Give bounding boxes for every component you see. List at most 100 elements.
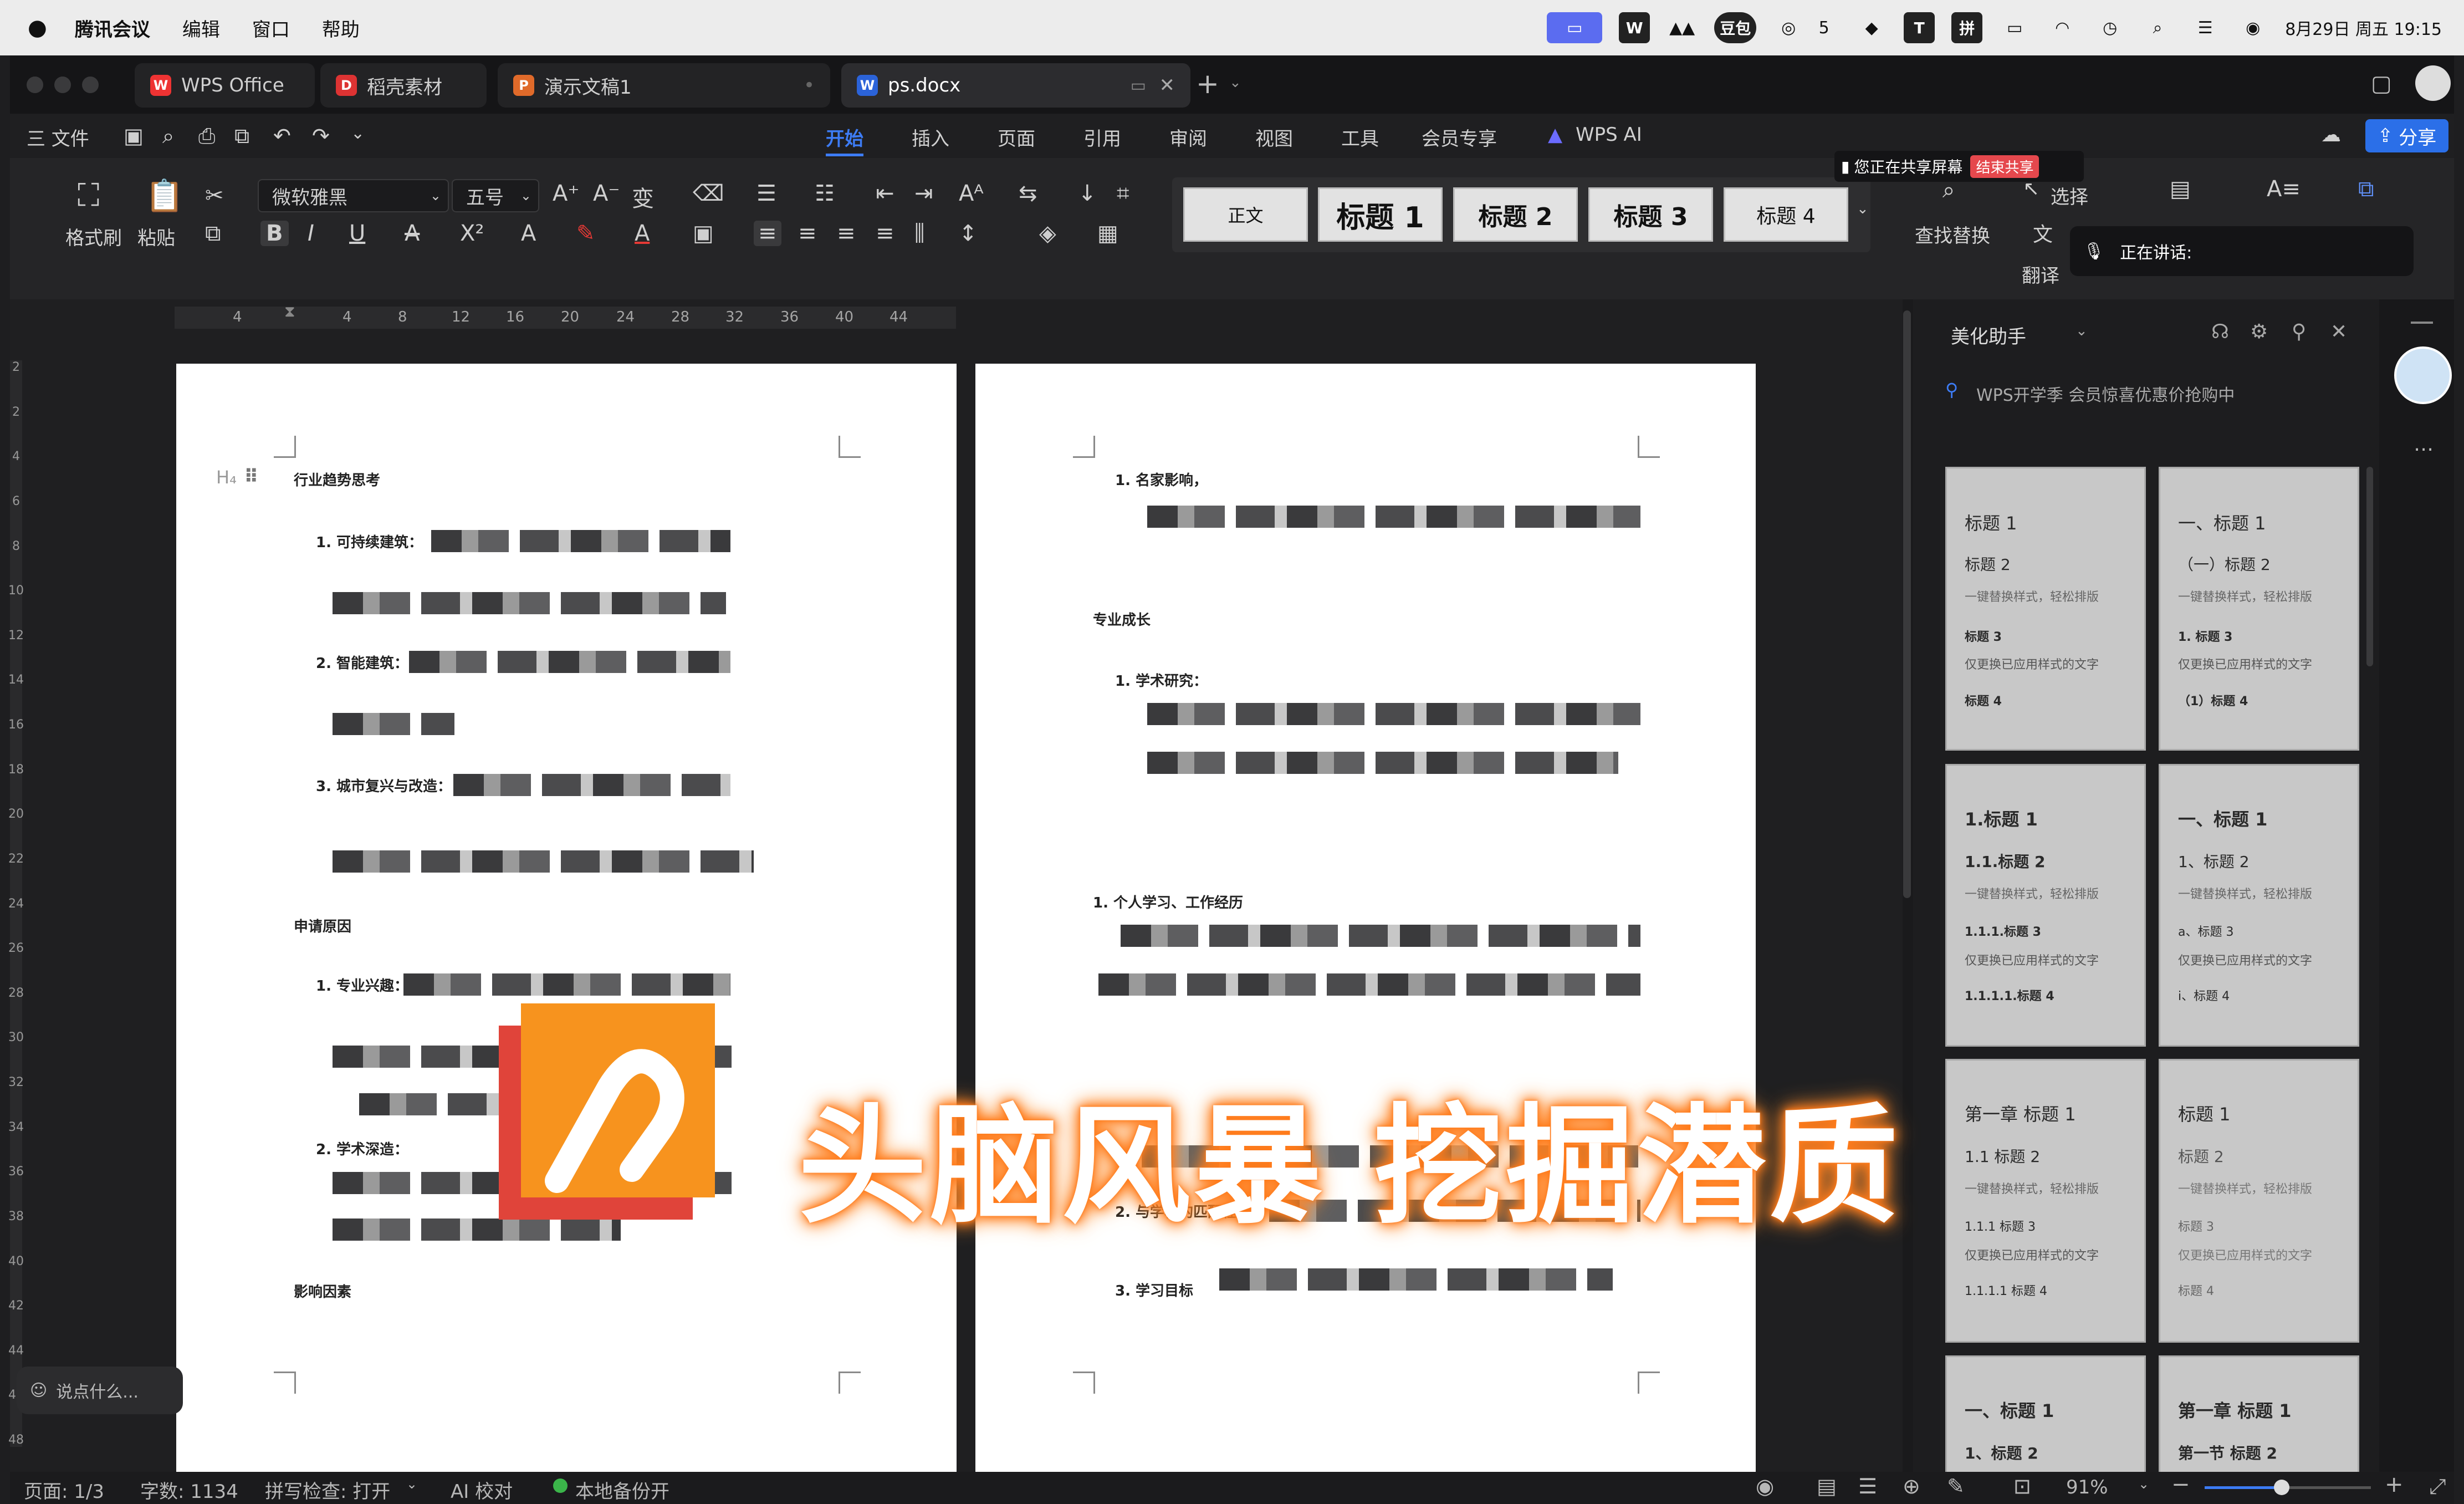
siri-icon[interactable]: ◉ — [2237, 12, 2268, 43]
show-marks-icon[interactable]: ⌗ — [1117, 181, 1129, 206]
style-heading-3[interactable]: 标题 3 — [1588, 187, 1713, 242]
document-page-1[interactable]: H₄ ⠿ 行业趋势思考 1. 可持续建筑： 2. 智能建筑： 3. 城市复兴与改… — [176, 364, 957, 1472]
end-share-button[interactable]: 结束共享 — [1970, 155, 2039, 178]
cut-icon[interactable]: ✂ — [205, 183, 224, 208]
panel-title[interactable]: 美化助手 — [1951, 322, 2026, 349]
export-icon[interactable]: ⌕ — [162, 124, 174, 149]
align-left-icon[interactable]: ≡ — [754, 221, 781, 246]
indent-marker-icon[interactable]: ⧗ — [284, 302, 295, 321]
fullscreen-icon[interactable]: ⤢ — [2429, 1474, 2446, 1499]
mountain-icon[interactable]: ▲▲ — [1666, 12, 1698, 43]
chevron-down-icon[interactable]: ⌄ — [2076, 323, 2088, 339]
justify-icon[interactable]: ≡ — [876, 221, 894, 246]
shading-icon[interactable]: ◈ — [1039, 221, 1056, 246]
style-heading-4[interactable]: 标题 4 — [1724, 187, 1848, 242]
app-menu[interactable]: 腾讯会议 — [75, 14, 150, 42]
style-card[interactable]: 标题 1 标题 2 一键替换样式，轻松排版 标题 3 仅更换已应用样式的文字 标… — [1945, 467, 2146, 751]
zoom-level[interactable]: 91% — [2066, 1476, 2108, 1498]
new-tab-icon[interactable]: + — [1196, 68, 1219, 100]
shrink-font-icon[interactable]: A⁻ — [593, 181, 620, 206]
ai-proofread-button[interactable]: AI 校对 — [451, 1476, 513, 1503]
text-effect-icon[interactable]: A — [521, 221, 536, 246]
chevron-down-icon[interactable]: ⌄ — [2138, 1476, 2149, 1492]
promo-text[interactable]: WPS开学季 会员惊喜优惠价抢购中 — [1976, 381, 2235, 406]
sort-icon[interactable]: ↓ — [1078, 181, 1097, 206]
wps-icon[interactable]: W — [1619, 12, 1650, 43]
eye-icon[interactable]: ◉ — [1756, 1474, 1774, 1498]
minimize-line-icon[interactable] — [2411, 322, 2433, 324]
search-icon[interactable]: ⌕ — [2142, 12, 2173, 43]
line-spacing-icon[interactable]: ↕ — [959, 221, 978, 246]
text-format-icon[interactable]: A≡ — [2267, 176, 2301, 202]
chevron-down-icon[interactable]: ⌄ — [406, 1476, 417, 1492]
style-card[interactable]: 一、标题 1 1、标题 2 — [1945, 1355, 2146, 1472]
file-menu[interactable]: 三 文件 — [27, 124, 89, 151]
screen-share-icon[interactable]: ▭ — [1547, 12, 1603, 43]
font-name-select[interactable]: 微软雅黑 ⌄ — [258, 179, 449, 212]
chevron-down-icon[interactable]: ⌄ — [1229, 74, 1241, 91]
cloud-icon[interactable]: ☁ — [2321, 124, 2341, 146]
grow-font-icon[interactable]: A⁺ — [553, 181, 579, 206]
format-painter-icon[interactable]: ⛶ — [78, 177, 99, 214]
distribute-icon[interactable]: ⫼ — [914, 221, 924, 246]
align-right-icon[interactable]: ≡ — [837, 221, 856, 246]
typora-icon[interactable]: T — [1904, 12, 1935, 43]
menu-window[interactable]: 窗口 — [252, 14, 290, 42]
more-icon[interactable]: ⋯ — [2414, 438, 2434, 461]
compare-icon[interactable]: ⧉ — [2358, 176, 2374, 202]
panel-scrollbar[interactable] — [2366, 467, 2373, 666]
find-replace-button[interactable]: 查找替换 — [1915, 221, 1990, 248]
pin-icon[interactable]: ⚲ — [2292, 320, 2306, 343]
outdent-icon[interactable]: ⇤ — [876, 181, 894, 206]
style-card[interactable]: 标题 1 标题 2 一键替换样式，轻松排版 标题 3 仅更换已应用样式的文字 标… — [2159, 1059, 2359, 1343]
chat-input[interactable]: ☺ 说点什么... — [17, 1367, 183, 1414]
tab-tools[interactable]: 工具 — [1341, 124, 1379, 151]
style-card[interactable]: 第一章 标题 1 第一节 标题 2 — [2159, 1355, 2359, 1472]
menu-help[interactable]: 帮助 — [322, 14, 360, 42]
style-card[interactable]: 第一章 标题 1 1.1 标题 2 一键替换样式，轻松排版 1.1.1 标题 3… — [1945, 1059, 2146, 1343]
indent-icon[interactable]: ⇥ — [914, 181, 933, 206]
copy-icon[interactable]: ⧉ — [205, 221, 221, 246]
assistant-avatar[interactable] — [2394, 346, 2452, 404]
document-page-2[interactable]: 1. 名家影响， 专业成长 1. 学术研究： 1. 个人学习、工作经历 2. 与… — [975, 364, 1756, 1472]
input-method-icon[interactable]: 拼 — [1951, 12, 1983, 43]
cat-icon[interactable]: ◆ — [1856, 12, 1887, 43]
underline-icon[interactable]: U — [349, 221, 365, 246]
superscript-icon[interactable]: X² — [460, 221, 484, 246]
tab-docer[interactable]: D 稻壳素材 — [320, 63, 487, 108]
style-card[interactable]: 一、标题 1 （一）标题 2 一键替换样式，轻松排版 1. 标题 3 仅更换已应… — [2159, 467, 2359, 751]
document-scrollbar[interactable] — [1903, 310, 1911, 898]
gear-icon[interactable]: ⚙ — [2250, 320, 2268, 343]
translate-icon[interactable]: 文 — [2033, 218, 2053, 247]
bullet-list-icon[interactable]: ☰ — [756, 181, 776, 206]
headset-icon[interactable]: ☊ — [2211, 320, 2229, 343]
share-button[interactable]: ⇪ 分享 — [2365, 119, 2448, 152]
quick-access-chevron-icon[interactable]: ⌄ — [351, 124, 365, 143]
style-normal[interactable]: 正文 — [1183, 187, 1308, 242]
numbered-list-icon[interactable]: ☷ — [815, 181, 835, 206]
tab-view[interactable]: 视图 — [1255, 124, 1293, 151]
zoom-window-icon[interactable] — [82, 77, 99, 93]
font-color-icon[interactable]: A — [635, 221, 650, 246]
tab-review[interactable]: 审阅 — [1169, 124, 1207, 151]
char-border-icon[interactable]: ▣ — [693, 221, 714, 246]
backup-status[interactable]: 本地备份开 — [575, 1476, 669, 1503]
fit-page-icon[interactable]: ⊡ — [2013, 1474, 2031, 1498]
strikethrough-icon[interactable]: A — [405, 221, 420, 246]
tab-ps-docx[interactable]: W ps.docx ▭ ✕ — [841, 63, 1190, 108]
page-indicator[interactable]: 页面: 1/3 — [24, 1476, 104, 1503]
format-painter-button[interactable]: 格式刷 — [65, 223, 122, 250]
web-view-icon[interactable]: ⊕ — [1903, 1474, 1920, 1498]
highlight-icon[interactable]: ✎ — [576, 221, 595, 246]
translate-button[interactable]: 翻译 — [2022, 261, 2059, 288]
text-direction-icon[interactable]: Aᴬ — [959, 181, 984, 206]
drag-handle-icon[interactable]: ⠿ — [244, 466, 259, 488]
zoom-slider-handle[interactable] — [2274, 1480, 2289, 1495]
close-icon[interactable]: ✕ — [2330, 320, 2347, 343]
tab-reference[interactable]: 引用 — [1083, 124, 1121, 151]
print-icon[interactable]: ⎙ — [198, 124, 215, 149]
screen-icon[interactable]: ▭ — [1131, 76, 1146, 95]
outline-view-icon[interactable]: ☰ — [1858, 1474, 1877, 1498]
close-tab-icon[interactable]: ✕ — [1159, 74, 1175, 96]
tab-page[interactable]: 页面 — [998, 124, 1035, 151]
